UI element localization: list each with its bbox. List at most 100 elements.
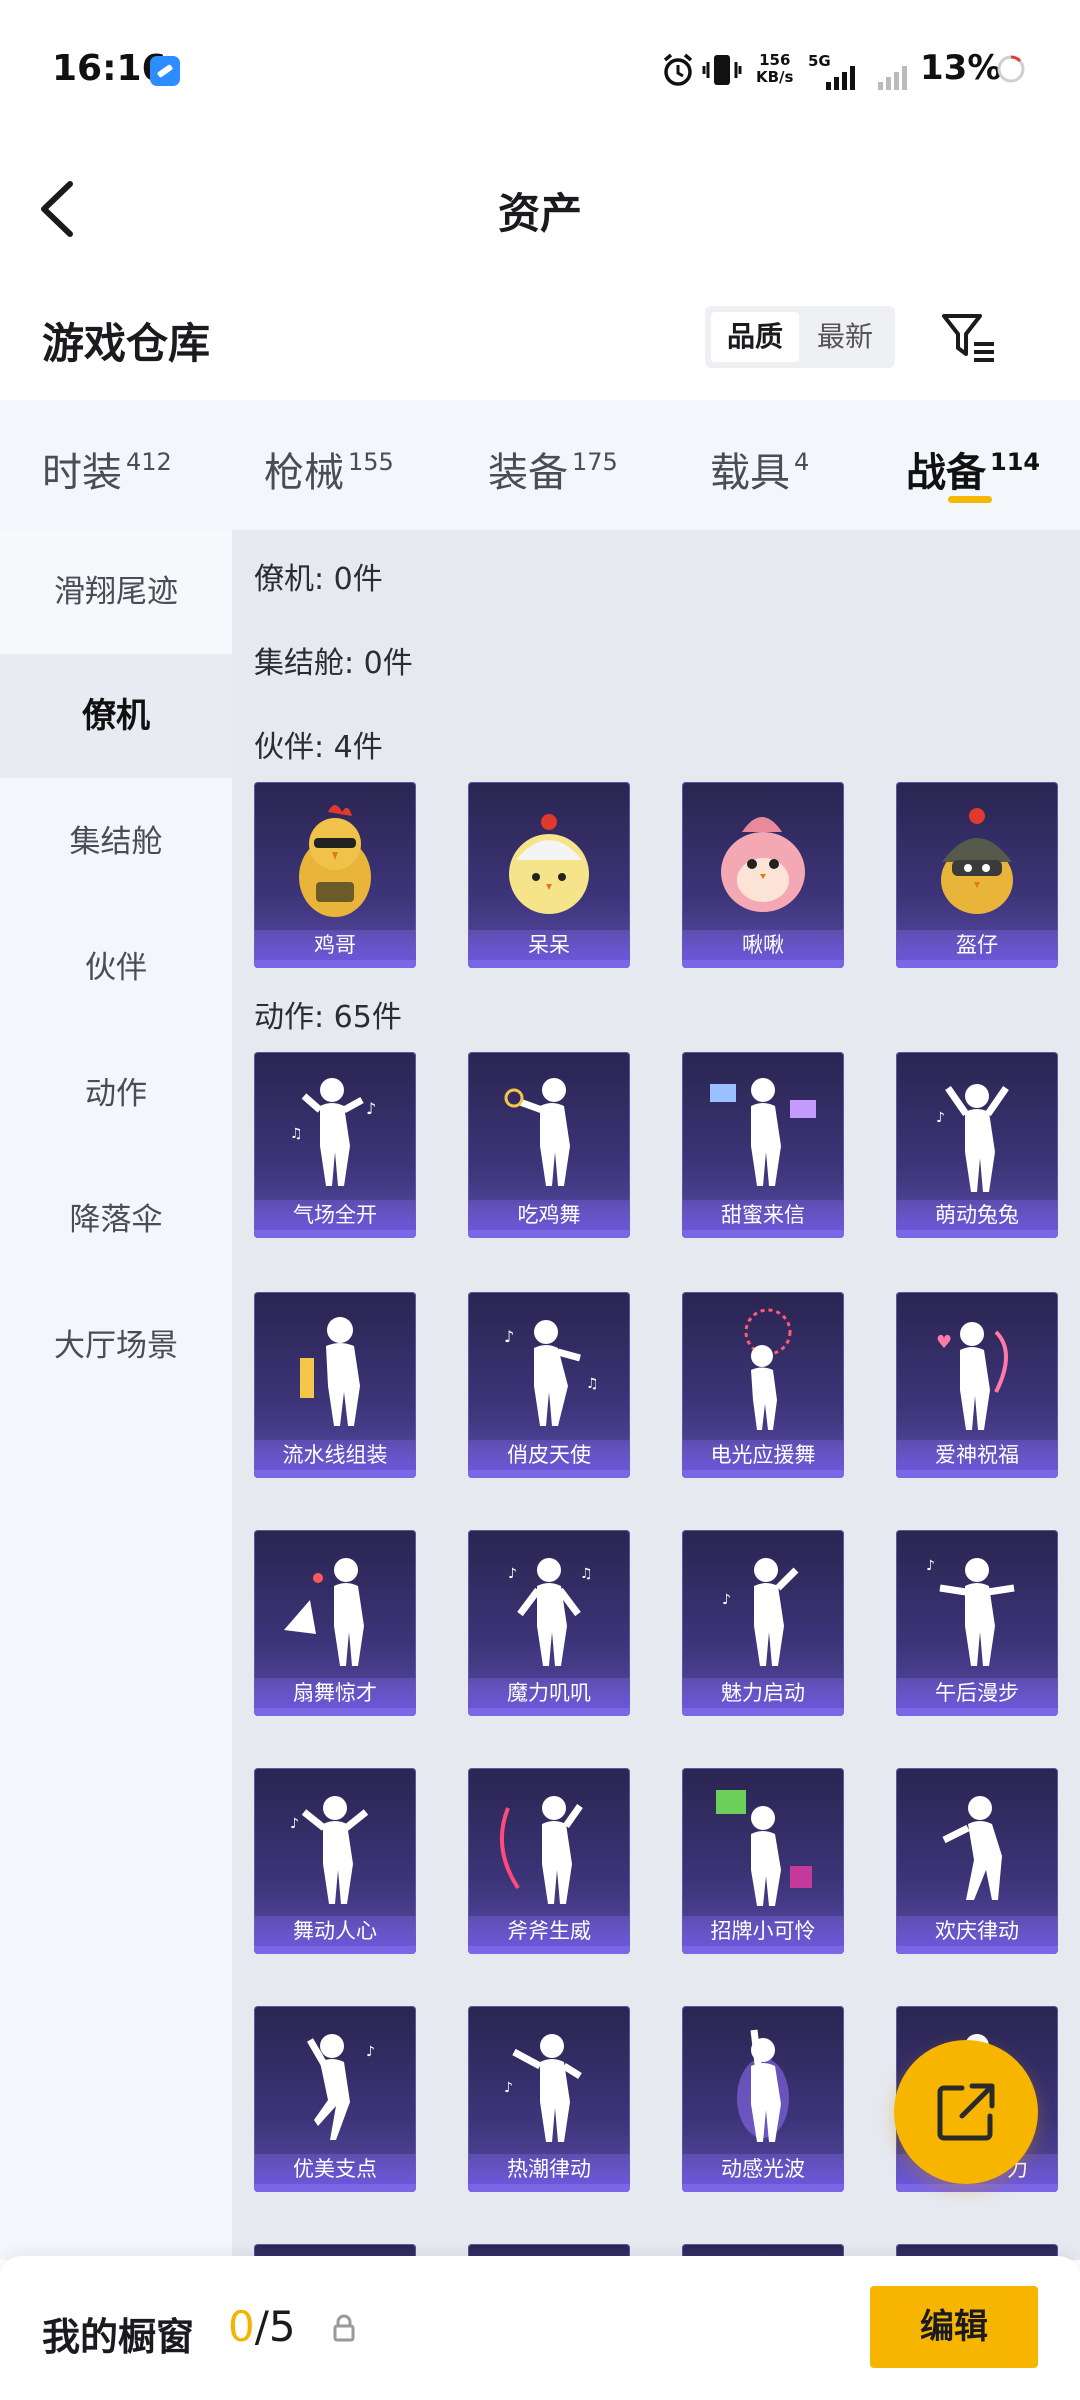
svg-text:♪: ♪ [366,2044,375,2060]
emote-card[interactable]: ♪ 萌动兔兔 [896,1052,1058,1238]
edit-button[interactable]: 编辑 [870,2286,1038,2368]
sort-toggle: 品质 最新 [705,306,895,368]
partner-card[interactable]: 盔仔 [896,782,1058,968]
dancer-silhouette-icon [499,1796,583,1904]
emote-card[interactable]: 扇舞惊才 [254,1530,416,1716]
emote-card[interactable]: 招牌小可怜 [682,1768,844,1954]
emote-name: 吃鸡舞 [468,1200,630,1230]
emote-name: 午后漫步 [896,1678,1058,1708]
emote-name: 欢庆律动 [896,1916,1058,1946]
showcase-label: 我的橱窗 [42,2315,195,2359]
svg-text:♫: ♫ [586,1376,599,1392]
tab-battle-gear[interactable]: 战备 114 [906,440,1040,498]
partner-name: 呆呆 [468,930,630,960]
dancer-silhouette-icon: ♪ [306,2034,375,2140]
emote-card[interactable]: ♪ 优美支点 [254,2006,416,2192]
dancer-silhouette-icon: ♪ [504,2034,582,2142]
emote-name: 电光应援舞 [682,1440,844,1470]
svg-text:♪: ♪ [366,1099,376,1118]
signal-icon [826,66,855,90]
sidebar-item-lobby-scene[interactable]: 大厅场景 [0,1284,232,1408]
svg-text:♪: ♪ [504,1327,514,1346]
sort-option-quality[interactable]: 品质 [711,312,799,362]
showcase-count: 0/5 [228,2302,296,2351]
tab-guns[interactable]: 枪械 155 [264,440,394,498]
item-grid-area: 僚机: 0件 集结舱: 0件 伙伴: 4件 鸡哥 呆呆 啾啾 盔仔 动作: 65… [232,530,1080,2260]
emote-name: 招牌小可怜 [682,1916,844,1946]
dancer-silhouette-icon: ♪♫ [290,1078,376,1186]
section-label-partner: 伙伴: 4件 [254,730,383,765]
page-title: 资产 [497,189,582,238]
active-tab-indicator [948,496,992,503]
emote-card[interactable]: ♪ 热潮律动 [468,2006,630,2192]
emote-card[interactable]: ♪ 魅力启动 [682,1530,844,1716]
dancer-silhouette-icon: ♪ [290,1796,369,1904]
emote-name: 斧斧生威 [468,1916,630,1946]
chicken-mascot-icon [299,805,371,917]
partner-card[interactable]: 鸡哥 [254,782,416,968]
sidebar-item-glide-trail[interactable]: 滑翔尾迹 [0,530,232,654]
emote-card[interactable]: 吃鸡舞 [468,1052,630,1238]
emote-card[interactable]: 流水线组装 [254,1292,416,1478]
dancer-silhouette-icon: ♪ [926,1558,1015,1666]
emote-card[interactable]: 甜蜜来信 [682,1052,844,1238]
dancer-silhouette-icon [737,2029,789,2142]
share-icon [937,2083,995,2141]
sidebar-item-partner[interactable]: 伙伴 [0,906,232,1030]
section-label-capsule: 集结舱: 0件 [254,646,413,681]
filter-icon[interactable] [940,310,998,364]
emote-card[interactable]: 欢庆律动 [896,1768,1058,1954]
partner-name: 鸡哥 [254,930,416,960]
emote-card[interactable]: 斧斧生威 [468,1768,630,1954]
emote-card[interactable]: ♪ ♫ 魔力叽叽 [468,1530,630,1716]
section-title: 游戏仓库 [42,319,211,368]
emote-name: 动感光波 [682,2154,844,2184]
emote-name: 甜蜜来信 [682,1200,844,1230]
app-notification-icon [150,56,180,86]
emote-card[interactable]: 动感光波 [682,2006,844,2192]
dancer-silhouette-icon [300,1317,360,1426]
svg-text:♪: ♪ [504,2080,513,2096]
helmet-chick-mascot-icon [941,808,1013,914]
emote-card[interactable]: ♪ ♫ 气场全开 [254,1052,416,1238]
sidebar-item-emote[interactable]: 动作 [0,1032,232,1156]
partner-card[interactable]: 呆呆 [468,782,630,968]
alarm-icon [663,53,693,86]
emote-card[interactable]: ♪ 舞动人心 [254,1768,416,1954]
header: 资产 [0,140,1080,270]
dancer-silhouette-icon: ♪ [936,1084,1009,1192]
svg-text:♪: ♪ [936,1110,945,1126]
sidebar-item-wingman[interactable]: 僚机 [0,654,232,778]
partner-card[interactable]: 啾啾 [682,782,844,968]
tab-equipment[interactable]: 装备 175 [488,440,618,498]
tab-fashion[interactable]: 时装 412 [42,440,172,498]
status-bar: 16:16 156 KB/s 5G 13% [0,0,1080,140]
emote-card[interactable]: ♥ 爱神祝福 [896,1292,1058,1478]
svg-text:♪: ♪ [926,1558,935,1574]
lock-icon [333,2314,355,2342]
emote-card[interactable]: 电光应援舞 [682,1292,844,1478]
dancer-silhouette-icon [284,1558,364,1666]
tab-vehicles[interactable]: 载具 4 [710,440,809,498]
battery-icon [997,55,1025,83]
sidebar-item-parachute[interactable]: 降落伞 [0,1158,232,1282]
dancer-silhouette-icon [744,1308,792,1430]
emote-card[interactable]: ♪ ♫ 俏皮天使 [468,1292,630,1478]
share-button[interactable] [894,2040,1038,2184]
sidebar-item-capsule[interactable]: 集结舱 [0,780,232,904]
dancer-silhouette-icon: ♪ [722,1558,799,1666]
svg-text:♫: ♫ [580,1566,593,1582]
dancer-silhouette-icon: ♪♫ [504,1320,599,1426]
dancer-silhouette-icon [716,1790,812,1906]
emote-name: 魔力叽叽 [468,1678,630,1708]
dancer-silhouette-icon [710,1078,816,1186]
emote-name: 魅力启动 [682,1678,844,1708]
emote-name: 流水线组装 [254,1440,416,1470]
dancer-silhouette-icon [942,1796,1002,1900]
emote-card[interactable]: ♪ 午后漫步 [896,1530,1058,1716]
emote-name: 优美支点 [254,2154,416,2184]
svg-text:♪: ♪ [290,1816,299,1832]
sort-option-newest[interactable]: 最新 [801,312,889,362]
sidebar: 滑翔尾迹 僚机 集结舱 伙伴 动作 降落伞 大厅场景 [0,530,232,2260]
section-label-wingman: 僚机: 0件 [254,562,383,597]
